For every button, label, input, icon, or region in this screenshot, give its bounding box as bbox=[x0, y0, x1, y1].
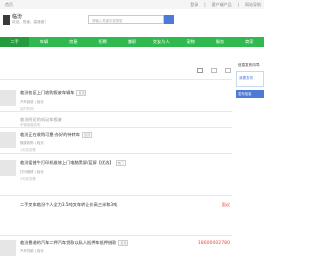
client-link[interactable]: 客户端产品 bbox=[212, 2, 232, 8]
category-nav: 二手 车辆 房屋 招聘 兼职 交友与人 宠物 服务 商家 bbox=[0, 37, 264, 47]
listing-thumbnail bbox=[0, 90, 16, 106]
site-nav-link[interactable]: 网站导航 bbox=[245, 2, 261, 8]
listing-title[interactable]: 临汾靠谱的汽车二押汽车贷款以私人抵押车抵押借款 置顶 bbox=[20, 240, 129, 246]
listing-meta: 汽车回收 | 临汾 bbox=[20, 100, 44, 104]
nav-item-vehicles[interactable]: 车辆 bbox=[29, 37, 58, 47]
listing-title[interactable]: 临汾各区上门收购报废车辆车 置顶 bbox=[20, 90, 87, 96]
compact-view-icon[interactable] bbox=[225, 68, 231, 73]
listing-tag: 置顶 bbox=[81, 132, 92, 138]
list-item[interactable]: 临汾附近的机动车报废 车辆报废收购 bbox=[0, 111, 232, 127]
list-item[interactable]: 临汾正在收购可靠·办好的待转车 置顶 报废收购 | 临汾 1天前查看 bbox=[0, 127, 232, 153]
listing-date: 1天前查看 bbox=[20, 148, 36, 152]
nav-item-housing[interactable]: 房屋 bbox=[59, 37, 88, 47]
nav-item-pets[interactable]: 宠物 bbox=[176, 37, 205, 47]
divider: | bbox=[237, 2, 239, 7]
listing-meta: 汽车贷款 | 临汾 bbox=[20, 249, 44, 253]
list-view-icon[interactable] bbox=[211, 68, 217, 73]
grid-view-icon[interactable] bbox=[197, 68, 203, 73]
city-name[interactable]: 临汾 bbox=[12, 13, 22, 20]
listing-thumbnail bbox=[0, 132, 16, 148]
listing-tag: 置顶 bbox=[76, 90, 87, 96]
listing-meta: 报废收购 | 临汾 bbox=[20, 141, 44, 145]
nav-item-secondhand[interactable]: 二手 bbox=[0, 37, 30, 47]
nav-item-services[interactable]: 服务 bbox=[205, 37, 234, 47]
site-logo[interactable] bbox=[3, 15, 10, 25]
listing-tag: 热门 bbox=[115, 160, 126, 166]
listing-title[interactable]: 临汾正在收购可靠·办好的待转车 置顶 bbox=[20, 132, 92, 138]
list-item[interactable]: 临汾靠谱的汽车二押汽车贷款以私人抵押车抵押借款 置顶 汽车贷款 | 临汾 1860… bbox=[0, 235, 232, 257]
sidebar-box-text: 我要发布 bbox=[239, 76, 254, 80]
listing-thumbnail bbox=[0, 160, 16, 176]
listing-price: 面议 bbox=[221, 202, 230, 207]
nav-item-dating[interactable]: 交友与人 bbox=[147, 37, 176, 47]
sidebar-box[interactable]: 我要发布 bbox=[236, 71, 264, 87]
listing-phone[interactable]: 18600002780 bbox=[198, 241, 230, 246]
search-button[interactable] bbox=[164, 15, 174, 24]
list-item[interactable]: 二手叉车临汾个人全力3.5吨叉车转让价高三米和3吨 面议 bbox=[0, 195, 232, 235]
nav-item-parttime[interactable]: 兼职 bbox=[117, 37, 146, 47]
top-links: 登录 | 客户端产品 | 网站导航 bbox=[190, 2, 261, 8]
list-item[interactable]: 临汾各区上门收购报废车辆车 置顶 汽车回收 | 临汾 实时时间 bbox=[0, 79, 232, 111]
nav-item-merchants[interactable]: 商家 bbox=[235, 37, 264, 47]
search-input[interactable]: 请输入关键字或类型 bbox=[88, 15, 164, 24]
divider: | bbox=[204, 2, 206, 7]
listing-date: 3天前查看 bbox=[20, 177, 36, 181]
top-bar: 首页 登录 | 客户端产品 | 网站导航 bbox=[0, 0, 264, 9]
publish-button-label: 发布信息 bbox=[238, 92, 252, 96]
login-link[interactable]: 登录 bbox=[190, 2, 198, 8]
listing-tag: 置顶 bbox=[118, 240, 129, 246]
home-link[interactable]: 首页 bbox=[5, 2, 13, 8]
listing-meta: 打印维修 | 临汾 bbox=[20, 170, 44, 174]
listing-thumbnail bbox=[0, 240, 16, 256]
nav-item-jobs[interactable]: 招聘 bbox=[88, 37, 117, 47]
list-item[interactable]: 临汾爱普牛打印机维修上门电脑黑屏/蓝屏【优选】 热门 打印维修 | 临汾 3天前查… bbox=[0, 153, 232, 195]
listing-title[interactable]: 二手叉车临汾个人全力3.5吨叉车转让价高三米和3吨 bbox=[20, 202, 117, 208]
publish-button[interactable]: 发布信息 bbox=[236, 90, 264, 98]
sidebar-title: 信息发布向导 bbox=[238, 63, 260, 67]
city-tip: 欢迎，快速，高速度！ bbox=[12, 20, 48, 24]
listing-title[interactable]: 临汾爱普牛打印机维修上门电脑黑屏/蓝屏【优选】 热门 bbox=[20, 160, 126, 166]
